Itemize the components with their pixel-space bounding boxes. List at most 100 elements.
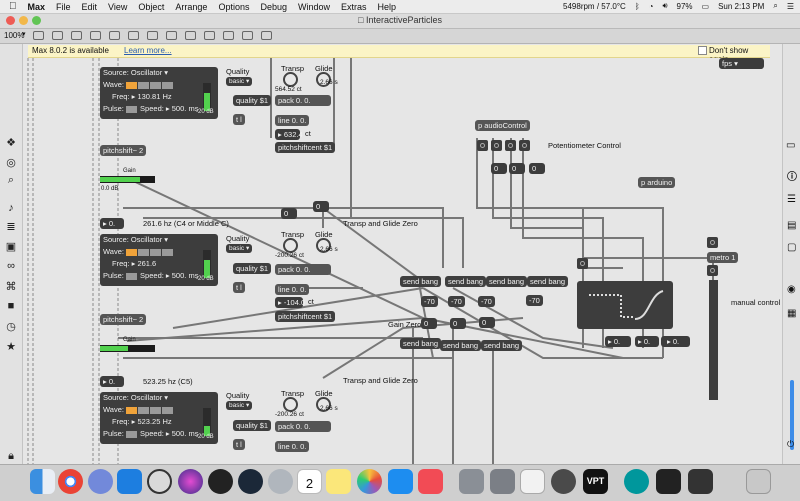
voice1-gain-slider[interactable] — [100, 176, 155, 183]
new-video-icon[interactable] — [242, 31, 253, 40]
target-icon[interactable]: ◎ — [4, 156, 18, 169]
voice2-gain-slider[interactable] — [100, 345, 155, 352]
image-icon[interactable]: ▣ — [4, 240, 18, 253]
menu-view[interactable]: View — [108, 2, 127, 12]
voice3-pack[interactable]: pack 0. 0. — [275, 421, 331, 432]
bang-button[interactable] — [577, 258, 588, 269]
new-toggle-icon[interactable] — [147, 31, 158, 40]
row-number-2[interactable]: 0 — [450, 318, 466, 329]
voice2-pack[interactable]: pack 0. 0. — [275, 264, 331, 275]
system-prefs-icon[interactable] — [459, 469, 484, 494]
steam-icon[interactable] — [238, 469, 263, 494]
voice1-quality-menu[interactable]: basic ▾ — [226, 77, 252, 86]
info-icon[interactable]: ⓘ — [787, 168, 797, 183]
menu-debug[interactable]: Debug — [260, 2, 287, 12]
voice1-source-menu[interactable]: Source: Oscillator ▾ — [103, 68, 168, 77]
dont-show-checkbox[interactable] — [698, 46, 707, 55]
new-message-icon[interactable] — [90, 31, 101, 40]
voice2-trigger[interactable]: t l — [233, 282, 245, 293]
voice2-cent-number[interactable]: ▸ -104.0 — [275, 297, 305, 308]
appstore-icon[interactable] — [388, 469, 413, 494]
max-icon[interactable] — [147, 469, 172, 494]
clock-icon[interactable]: ◷ — [4, 320, 18, 333]
voice3-wave-selector[interactable]: Wave: — [103, 405, 174, 414]
voice3-number[interactable]: ▸ 0. — [100, 376, 124, 387]
chrome-icon[interactable] — [58, 469, 83, 494]
send-bang-7[interactable]: send bang — [481, 340, 523, 351]
zero-number-2[interactable]: 0 — [281, 208, 297, 219]
metro-toggle[interactable] — [707, 237, 718, 248]
voice1-transp-dial[interactable] — [283, 72, 298, 87]
metro-object[interactable]: metro 1 — [707, 252, 739, 263]
voice1-pulse[interactable]: Pulse: Speed: ▸ 500. ms — [103, 104, 198, 113]
arduino-icon[interactable] — [624, 469, 649, 494]
presentation-icon[interactable] — [52, 31, 63, 40]
menu-file[interactable]: File — [56, 2, 71, 12]
menu-app[interactable]: Max — [28, 2, 46, 12]
calendar-icon[interactable]: 2 — [297, 469, 322, 494]
new-dial-icon[interactable] — [204, 31, 215, 40]
voice2-transp-dial[interactable] — [283, 238, 298, 253]
sensor-readout[interactable]: 5498rpm / 57.0°C — [563, 2, 626, 11]
new-button-icon[interactable] — [128, 31, 139, 40]
new-object-palette-icon[interactable] — [261, 31, 272, 40]
puzzle-icon[interactable]: ⌘ — [4, 280, 18, 293]
new-number-icon[interactable] — [166, 31, 177, 40]
star-icon[interactable]: ★ — [4, 340, 18, 353]
voice1-cent-number[interactable]: ▸ 632.4 — [275, 129, 303, 140]
list-icon[interactable]: ☰ — [787, 194, 796, 205]
bluetooth-icon[interactable]: ᛒ — [635, 2, 640, 11]
voice1-trigger[interactable]: t l — [233, 114, 245, 125]
xcode-icon[interactable] — [117, 469, 142, 494]
voice2-quality-message[interactable]: quality $1 — [233, 263, 272, 274]
launchpad-icon[interactable] — [268, 469, 293, 494]
send-bang-1[interactable]: send bang — [400, 276, 442, 287]
menu-object[interactable]: Object — [138, 2, 164, 12]
new-comment-icon[interactable] — [109, 31, 120, 40]
menu-edit[interactable]: Edit — [82, 2, 98, 12]
objects-icon[interactable]: ≣ — [4, 220, 18, 233]
voice3-source-menu[interactable]: Source: Oscillator ▾ — [103, 393, 168, 402]
send-bang-6[interactable]: send bang — [440, 340, 482, 351]
out-number-4[interactable]: ▸ 0. — [664, 336, 690, 347]
neg70-message-1[interactable]: -70 — [421, 296, 438, 307]
menu-window[interactable]: Window — [298, 2, 330, 12]
learn-more-link[interactable]: Learn more... — [124, 46, 172, 55]
pot-number-2[interactable]: 0 — [509, 163, 525, 174]
book-icon[interactable]: ▤ — [787, 220, 796, 231]
camera-icon[interactable]: ◉ — [787, 284, 796, 295]
notes-icon[interactable] — [326, 469, 351, 494]
manual-slider[interactable] — [709, 280, 718, 400]
voice1-wave-selector[interactable]: Wave: — [103, 80, 174, 89]
voice1-pitchshift[interactable]: pitchshift~ 2 — [100, 145, 147, 156]
arduino-subpatch[interactable]: p arduino — [638, 177, 676, 188]
voice1-pitchshiftcent[interactable]: pitchshiftcent $1 — [275, 142, 336, 153]
pot-number-1[interactable]: 0 — [491, 163, 507, 174]
terminal-icon[interactable] — [656, 469, 681, 494]
neg70-message-4[interactable]: -70 — [526, 295, 543, 306]
fps-menu[interactable]: fps ▾ — [719, 58, 764, 69]
voice3-pulse[interactable]: Pulse: Speed: ▸ 500. ms — [103, 429, 198, 438]
window-icon[interactable]: ▢ — [787, 242, 796, 253]
voice2-pitchshift[interactable]: pitchshift~ 2 — [100, 314, 147, 325]
snapshot-icon[interactable]: ■ — [4, 300, 18, 312]
neg70-message-2[interactable]: -70 — [448, 296, 465, 307]
grid-icon[interactable]: ▦ — [787, 308, 796, 319]
sidebar-toggle-icon[interactable]: ▭ — [786, 140, 795, 151]
wifi-icon[interactable]: ◔ — [649, 2, 654, 11]
voice2-wave-selector[interactable]: Wave: — [103, 247, 174, 256]
trash-icon[interactable] — [746, 469, 771, 494]
out-number-2[interactable]: ▸ 0. — [635, 336, 659, 347]
photos-icon[interactable] — [357, 469, 382, 494]
dp-icon[interactable] — [208, 469, 233, 494]
new-audio-icon[interactable] — [223, 31, 234, 40]
send-bang-5[interactable]: send bang — [400, 338, 442, 349]
pot-number-3[interactable]: 0 — [529, 163, 545, 174]
voice1-line[interactable]: line 0. 0. — [275, 115, 310, 126]
zoom-chevron-icon[interactable]: ▾ — [22, 30, 26, 38]
search-icon[interactable]: ⌕ — [773, 1, 777, 11]
finder-icon[interactable] — [30, 469, 55, 494]
voice3-freq[interactable]: Freq: ▸ 523.25 Hz — [112, 417, 172, 426]
link-icon[interactable]: ∞ — [4, 260, 18, 272]
search-icon[interactable]: ⌕ — [4, 174, 18, 187]
